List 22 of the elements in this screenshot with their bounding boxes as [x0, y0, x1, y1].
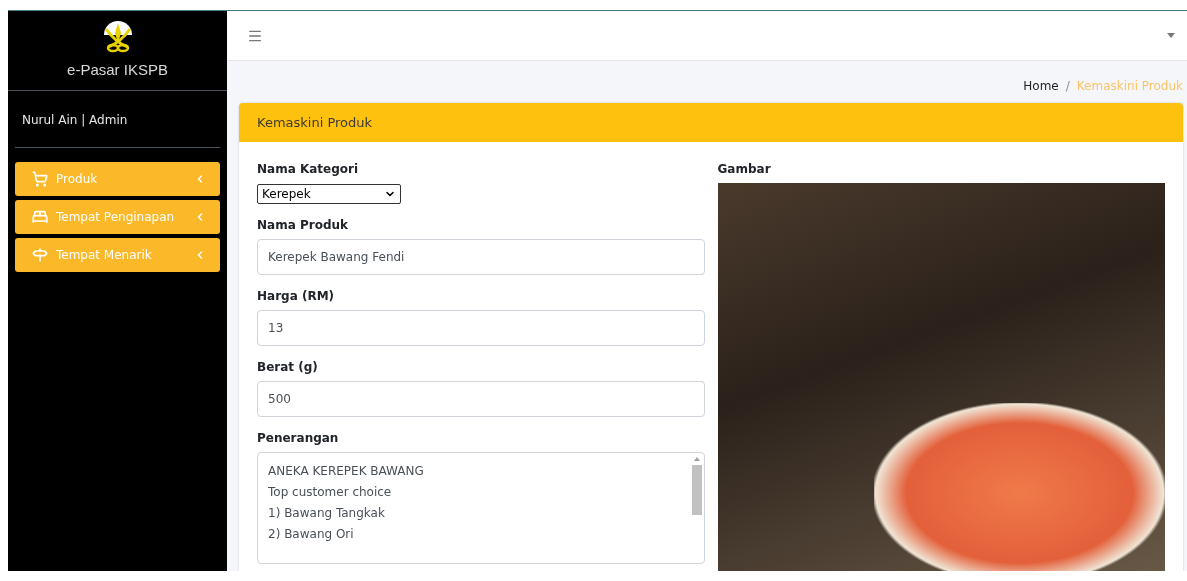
scroll-up-arrow-icon[interactable] — [693, 457, 700, 461]
bed-icon — [32, 209, 48, 225]
field-label: Penerangan — [257, 431, 340, 445]
breadcrumb-link[interactable]: Home — [1023, 79, 1059, 93]
breadcrumb-separator: / — [1065, 79, 1070, 93]
user-name: Nurul Ain | Admin — [15, 91, 220, 148]
textarea-field[interactable]: ANEKA KEREPEK BAWANG Top customer choice 1) Bawang Tangkak 2) Bawang Ori — [257, 452, 705, 564]
field-label: Berat (g) — [257, 360, 319, 374]
card-header: Kemaskini Produk — [239, 103, 1183, 142]
scrollbar-thumb[interactable] — [691, 465, 702, 515]
dropdown-caret-icon[interactable] — [1167, 33, 1175, 38]
category-select[interactable]: Kerepek — [257, 184, 401, 204]
brand-name: e-Pasar IKSPB — [67, 61, 168, 78]
input-field[interactable]: 500 — [257, 381, 705, 417]
input-field[interactable]: Kerepek Bawang Fendi — [257, 239, 705, 275]
cart-icon — [32, 171, 48, 187]
field-label: Nama Kategori — [257, 162, 360, 176]
field-label: Gambar — [717, 162, 772, 176]
field-label: Nama Produk — [257, 218, 349, 232]
field-label: Harga (RM) — [257, 289, 336, 303]
input-field[interactable]: 13 — [257, 310, 705, 346]
signpost-icon — [32, 247, 48, 263]
